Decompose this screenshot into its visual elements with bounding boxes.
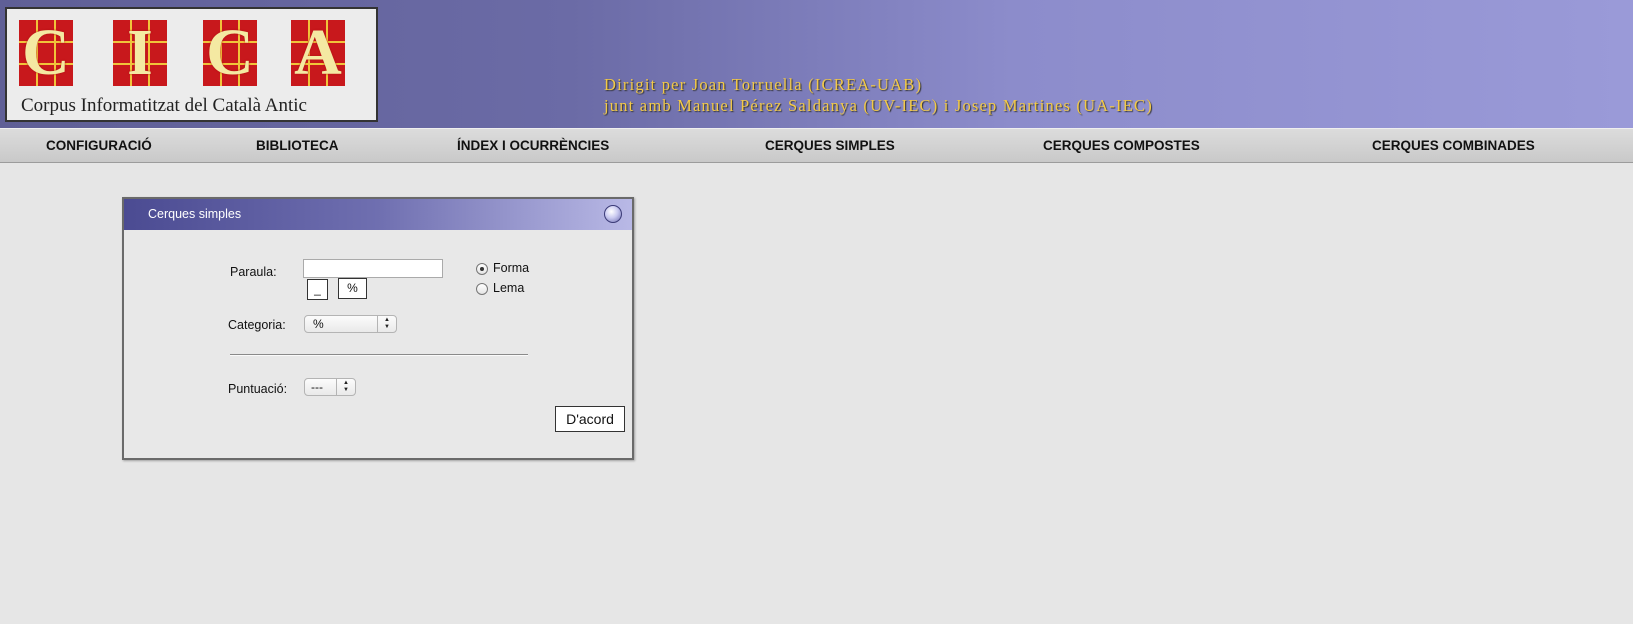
radio-lema[interactable] xyxy=(476,283,488,295)
panel-divider xyxy=(230,354,528,356)
panel-title-bar: Cerques simples xyxy=(124,199,632,230)
radio-lema-label: Lema xyxy=(493,281,525,295)
wildcard-percent-button[interactable]: % xyxy=(338,278,367,299)
wildcard-underscore-button[interactable]: _ xyxy=(307,279,328,300)
main-nav: CONFIGURACIÓ BIBLIOTECA ÍNDEX I OCURRÈNC… xyxy=(0,128,1633,163)
nav-biblioteca[interactable]: BIBLIOTECA xyxy=(256,129,339,163)
cica-logo[interactable]: C I C A Corpus Informatitzat del Català … xyxy=(5,7,378,122)
credits-line-1: Dirigit per Joan Torruella (ICREA-UAB) xyxy=(604,75,923,94)
logo-caption: Corpus Informatitzat del Català Antic xyxy=(21,95,307,116)
radio-forma-label: Forma xyxy=(493,261,530,275)
categoria-selected-value: % xyxy=(313,317,324,331)
categoria-select[interactable]: % ▲ ▼ xyxy=(304,315,397,333)
select-arrows-icon: ▲ ▼ xyxy=(377,316,396,332)
nav-cerques-combinades[interactable]: CERQUES COMBINADES xyxy=(1372,129,1535,163)
puntuacio-label: Puntuació: xyxy=(228,382,288,396)
select-arrows-icon: ▲ ▼ xyxy=(336,379,355,395)
credits-line-2: junt amb Manuel Pérez Saldanya (UV-IEC) … xyxy=(604,96,1153,115)
logo-letter-c2: C xyxy=(203,20,257,86)
simple-search-panel: Cerques simples Paraula: _ % Forma Lema … xyxy=(122,197,634,460)
panel-orb-icon[interactable] xyxy=(604,205,622,223)
site-header: C I C A Corpus Informatitzat del Català … xyxy=(0,0,1633,128)
categoria-label: Categoria: xyxy=(228,318,286,332)
logo-letter-a: A xyxy=(291,20,345,86)
radio-forma[interactable] xyxy=(476,263,488,275)
paraula-label: Paraula: xyxy=(230,265,277,279)
nav-cerques-simples[interactable]: CERQUES SIMPLES xyxy=(765,129,895,163)
nav-cerques-compostes[interactable]: CERQUES COMPOSTES xyxy=(1043,129,1200,163)
panel-title: Cerques simples xyxy=(148,207,242,221)
nav-index-ocurrencies[interactable]: ÍNDEX I OCURRÈNCIES xyxy=(457,129,609,163)
project-credits: Dirigit per Joan Torruella (ICREA-UAB) j… xyxy=(604,74,1153,116)
puntuacio-select[interactable]: --- ▲ ▼ xyxy=(304,378,356,396)
submit-button[interactable]: D'acord xyxy=(555,406,625,432)
logo-letter-i: I xyxy=(113,20,167,86)
puntuacio-selected-value: --- xyxy=(311,380,323,394)
logo-letter-c1: C xyxy=(19,20,73,86)
paraula-input[interactable] xyxy=(303,259,443,278)
nav-configuracio[interactable]: CONFIGURACIÓ xyxy=(46,129,152,163)
